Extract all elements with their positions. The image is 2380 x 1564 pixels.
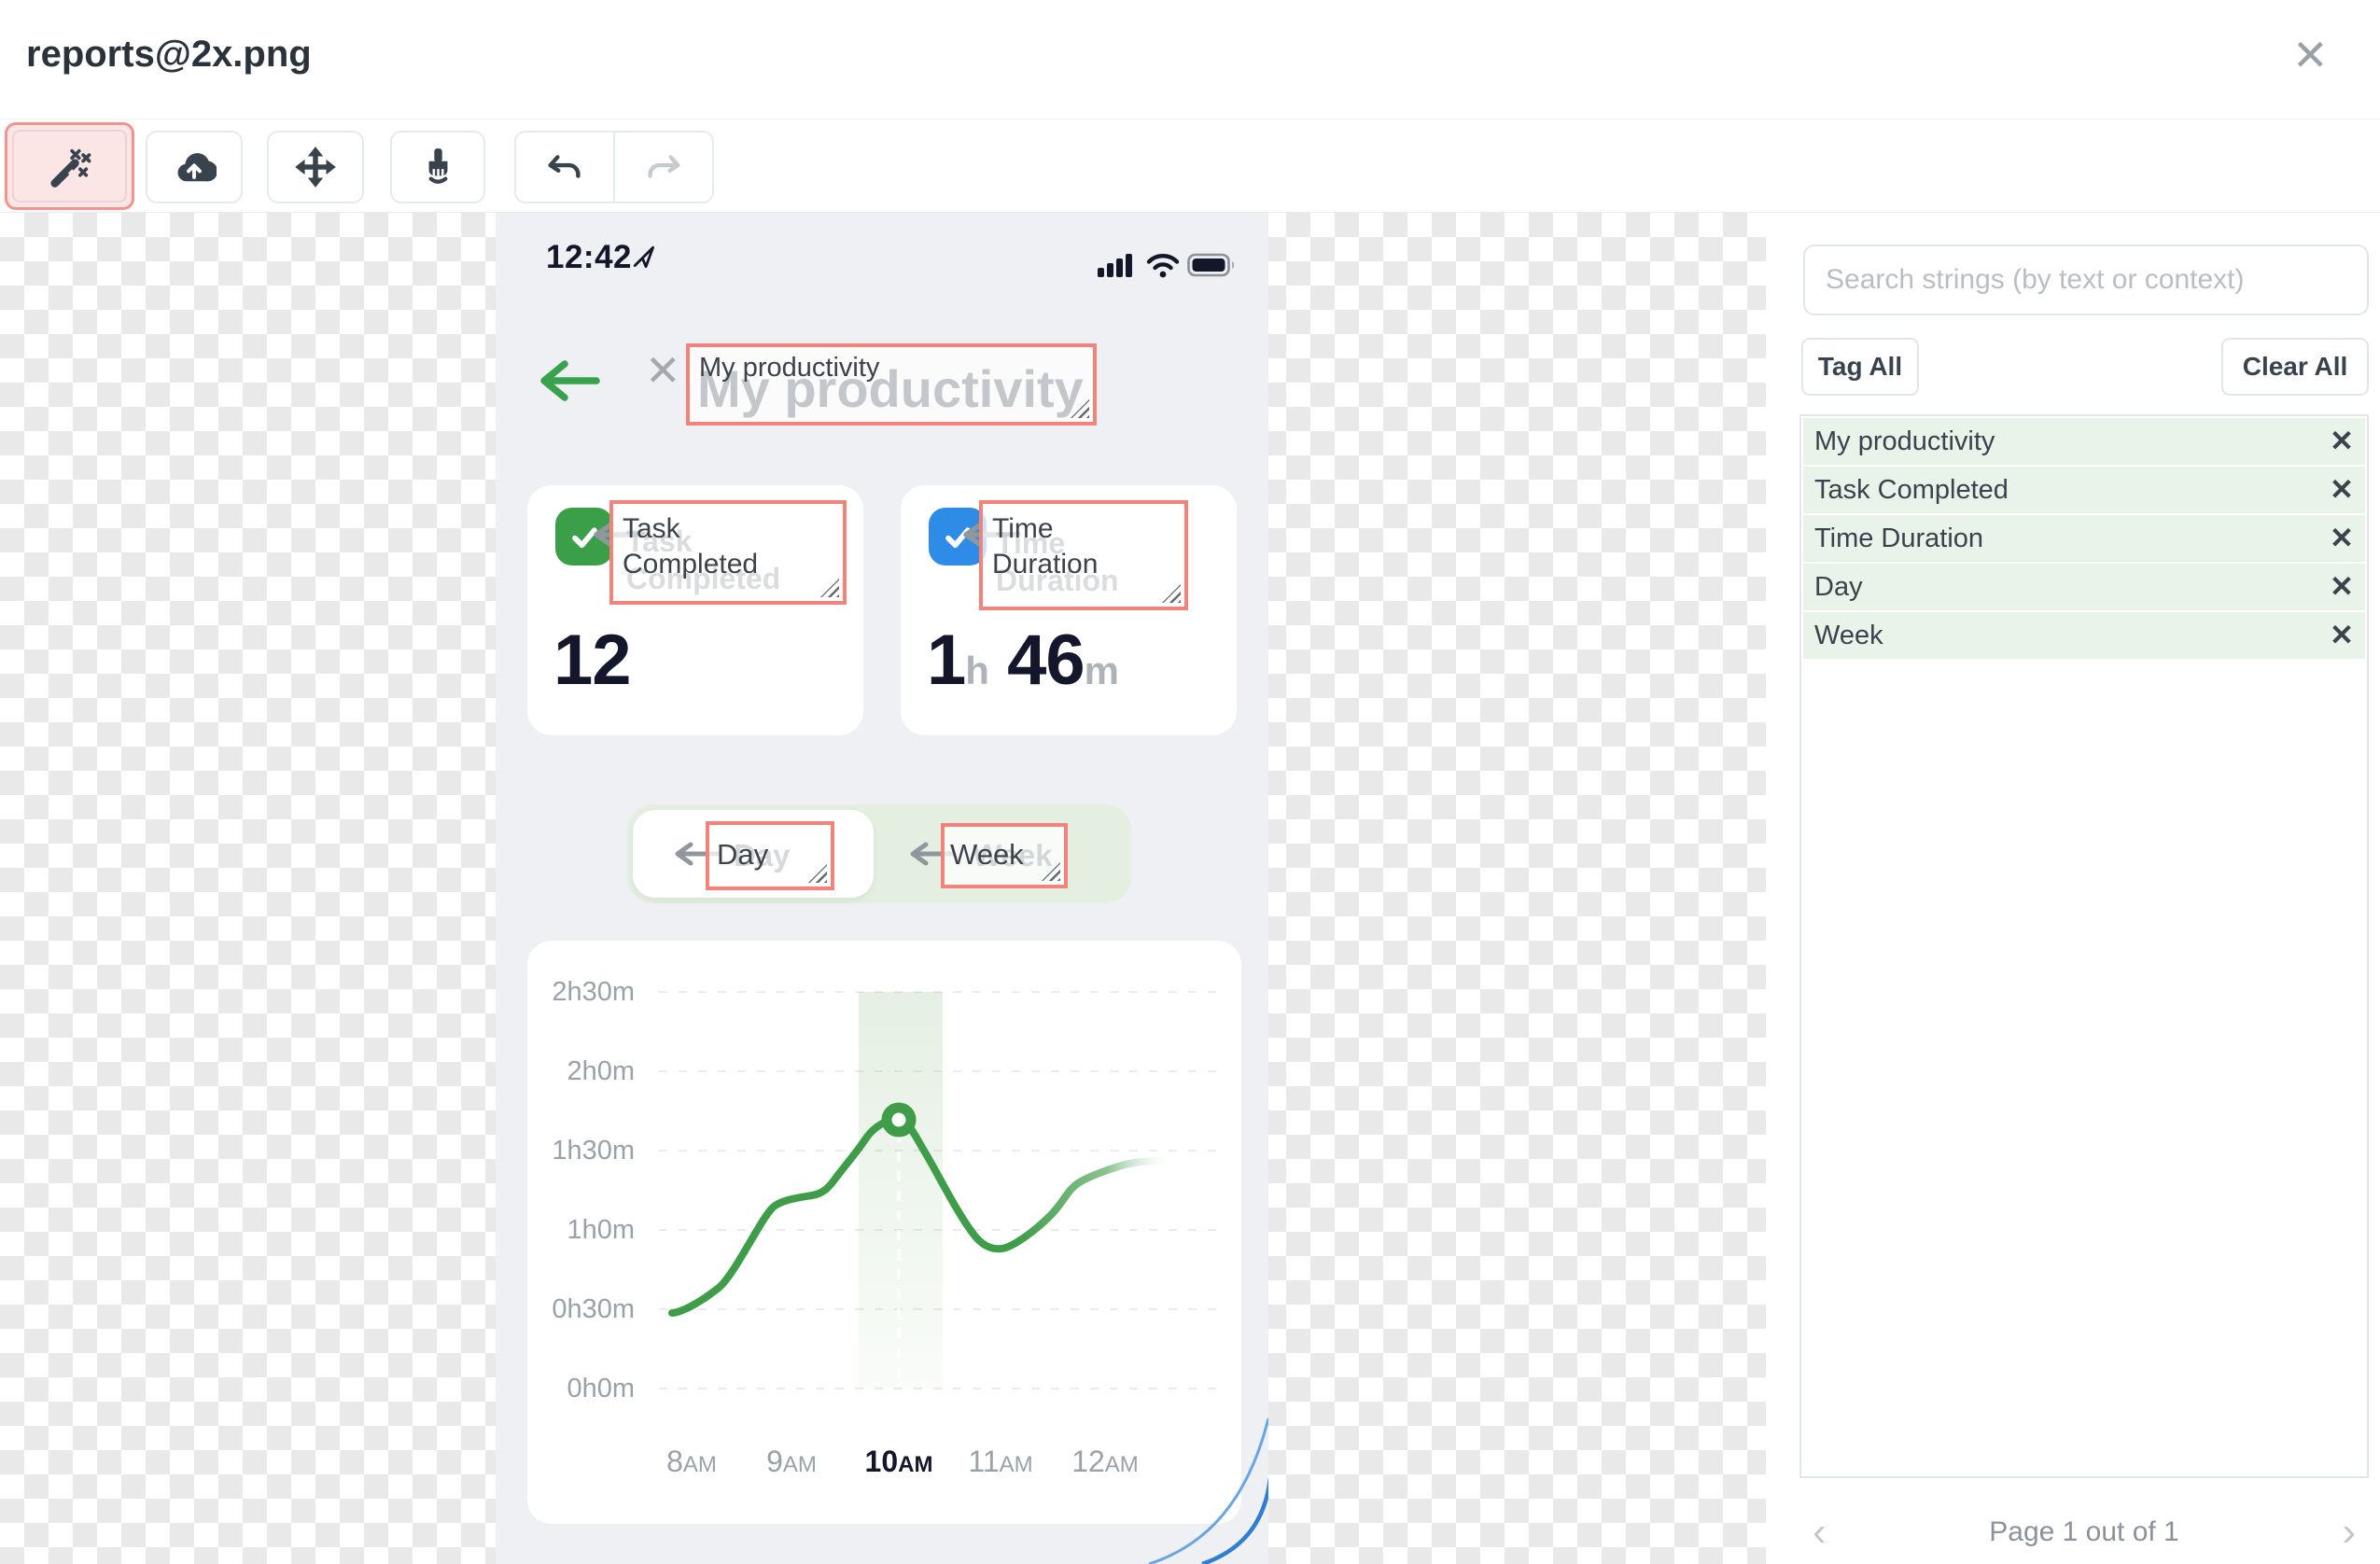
close-window-button[interactable]: ✕ <box>2292 34 2329 77</box>
remove-string-button[interactable]: ✕ <box>2330 425 2354 458</box>
string-row[interactable]: Time Duration ✕ <box>1803 515 2365 562</box>
resize-handle[interactable] <box>1162 584 1181 603</box>
resize-handle[interactable] <box>820 579 839 597</box>
string-row-label: My productivity <box>1814 426 1995 456</box>
tag-box-time-duration[interactable]: Time Duration Time Duration <box>979 500 1188 610</box>
x-axis-tick: 9AM <box>766 1445 817 1478</box>
battery-icon <box>1187 253 1235 277</box>
highlight-band <box>859 992 943 1389</box>
tag-label: My productivity <box>699 353 880 383</box>
tool-upload-button[interactable] <box>146 131 243 203</box>
tag-box-task-completed[interactable]: Task Completed Task Completed <box>609 500 847 605</box>
string-row-label: Task Completed <box>1814 474 2009 505</box>
untag-x-glyph: ✕ <box>645 346 681 395</box>
x-axis-tick: 11AM <box>968 1445 1033 1478</box>
clear-all-button[interactable]: Clear All <box>2221 338 2369 396</box>
day-week-toggle[interactable]: Day Day Week Week <box>627 804 1131 903</box>
untag-icon[interactable]: ✕ <box>645 345 681 396</box>
cloud-upload-icon <box>177 153 217 182</box>
remove-string-button[interactable]: ✕ <box>2330 473 2354 507</box>
wifi-icon <box>1146 254 1180 278</box>
prev-page-button[interactable]: ‹ <box>1799 1512 1840 1553</box>
string-row[interactable]: Day ✕ <box>1803 564 2365 610</box>
tag-box-my-productivity[interactable]: My productivity My productivity <box>686 343 1097 426</box>
pagination: ‹ Page 1 out of 1 › <box>1799 1504 2369 1560</box>
undo-button[interactable] <box>516 133 613 202</box>
tag-box-week[interactable]: Week Week <box>941 823 1068 888</box>
tag-label: Time Duration <box>992 513 1099 580</box>
redo-icon <box>648 155 680 178</box>
tasks-value: 12 <box>553 621 632 700</box>
window-header: reports@2x.png ✕ <box>0 0 2380 119</box>
time-duration-card: Time Duration Time Duration 1h 46m <box>901 485 1237 735</box>
tag-label: Week <box>950 838 1024 871</box>
resize-handle[interactable] <box>808 864 827 883</box>
task-completed-card: Task Completed Task Completed 12 <box>527 485 863 735</box>
close-icon: ✕ <box>2292 31 2329 79</box>
string-tagging-app: reports@2x.png ✕ 12:42 ✕ My productivity… <box>0 0 2380 1564</box>
search-input[interactable] <box>1803 244 2369 315</box>
string-row[interactable]: My productivity ✕ <box>1803 418 2365 465</box>
string-row-label: Day <box>1814 571 1863 602</box>
string-row[interactable]: Task Completed ✕ <box>1803 467 2365 513</box>
remove-string-button[interactable]: ✕ <box>2330 619 2354 652</box>
tag-box-day[interactable]: Day Day <box>706 821 834 890</box>
brush-icon <box>428 148 448 184</box>
line-chart <box>659 991 1225 1389</box>
signal-bars-icon <box>1098 254 1132 277</box>
string-list-panel: My productivity ✕ Task Completed ✕ Time … <box>1799 414 2369 1478</box>
phone-screenshot: 12:42 ✕ My productivity My productivity … <box>496 213 1268 1564</box>
chart-marker <box>881 1102 917 1138</box>
next-page-button[interactable]: › <box>2329 1512 2369 1553</box>
productivity-chart-card: 2h30m 2h0m 1h30m 1h0m 0h30m 0h0m 8AM 9AM… <box>527 941 1241 1524</box>
toolbar: Filter strings: /productivity.csv String… <box>0 119 2380 323</box>
tag-label: Day <box>717 838 769 871</box>
string-row-label: Time Duration <box>1814 523 1984 553</box>
redo-button[interactable] <box>615 133 712 202</box>
tool-magic-wand-button[interactable] <box>5 122 134 210</box>
window-title: reports@2x.png <box>26 34 312 75</box>
location-arrow-icon <box>633 245 655 269</box>
strings-sidebar: Tag All Clear All My productivity ✕ Task… <box>1766 213 2380 1564</box>
page-indicator: Page 1 out of 1 <box>1989 1516 2179 1547</box>
tag-all-button[interactable]: Tag All <box>1801 338 1919 396</box>
remove-string-button[interactable]: ✕ <box>2330 570 2354 604</box>
string-row-label: Week <box>1814 620 1883 650</box>
remove-string-button[interactable]: ✕ <box>2330 522 2354 555</box>
transparency-canvas: 12:42 ✕ My productivity My productivity … <box>0 213 1766 1564</box>
back-arrow-icon <box>540 360 600 401</box>
x-axis-tick: 12AM <box>1071 1445 1139 1478</box>
tool-brush-button[interactable] <box>390 131 485 203</box>
tool-move-button[interactable] <box>267 131 364 203</box>
undo-redo-group <box>514 131 714 203</box>
string-row[interactable]: Week ✕ <box>1803 612 2365 659</box>
status-time: 12:42 <box>546 239 633 275</box>
magic-wand-active-outline <box>12 130 127 202</box>
tag-label: Task Completed <box>623 513 759 580</box>
move-arrows-icon <box>295 147 336 188</box>
undo-icon <box>548 155 581 178</box>
duration-value: 1h 46m <box>927 621 1119 700</box>
